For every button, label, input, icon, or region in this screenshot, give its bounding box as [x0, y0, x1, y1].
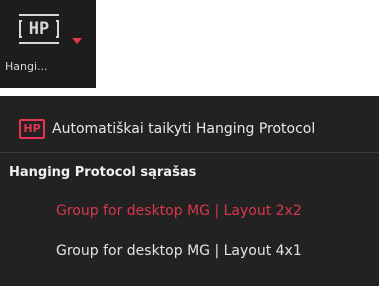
hanging-protocol-icon: HP	[19, 14, 59, 44]
icon-text: HP	[28, 19, 50, 39]
hanging-protocol-list-item[interactable]: Group for desktop MG | Layout 2x2	[0, 196, 379, 226]
hanging-protocol-dropdown-menu: HP Automatiškai taikyti Hanging Protocol…	[0, 96, 379, 286]
hanging-protocol-button-label: Hangi...	[5, 60, 48, 73]
hanging-protocol-list-item[interactable]: Group for desktop MG | Layout 4x1	[0, 236, 379, 266]
hanging-protocol-icon: HP	[19, 119, 45, 139]
hanging-protocol-button[interactable]: HP Hangi...	[0, 0, 96, 88]
auto-apply-hanging-protocol-item[interactable]: HP Automatiškai taikyti Hanging Protocol	[0, 96, 379, 154]
auto-apply-label: Automatiškai taikyti Hanging Protocol	[52, 121, 316, 137]
icon-text: HP	[23, 122, 41, 135]
chevron-down-icon[interactable]	[72, 38, 82, 44]
list-item-label: Group for desktop MG | Layout 2x2	[56, 203, 302, 219]
menu-divider	[0, 152, 379, 153]
list-item-label: Group for desktop MG | Layout 4x1	[56, 243, 302, 259]
hanging-protocol-list-header: Hanging Protocol sąrašas	[9, 165, 197, 180]
